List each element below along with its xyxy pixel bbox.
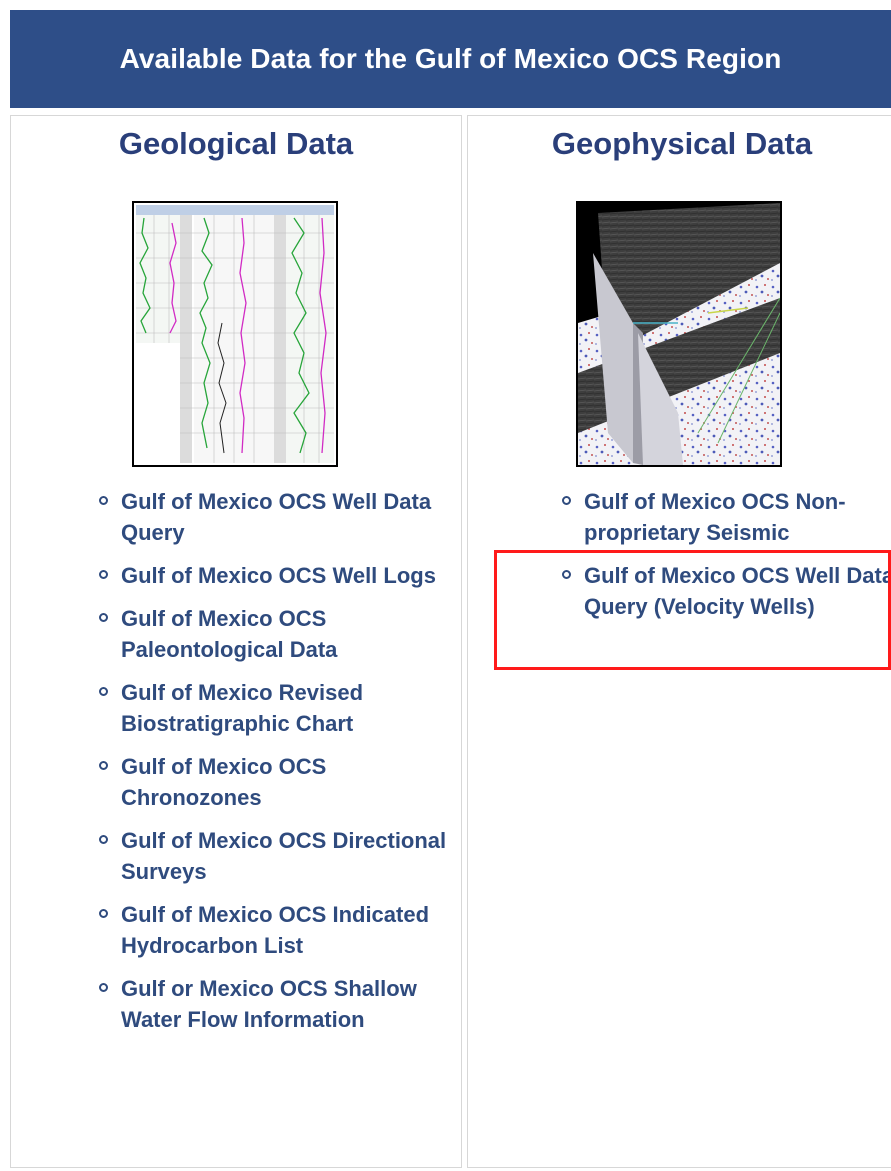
list-item: Gulf of Mexico OCS Chronozones [89, 751, 461, 813]
link-biostratigraphic-chart[interactable]: Gulf of Mexico Revised Biostratigraphic … [121, 680, 363, 736]
geological-data-title: Geological Data [118, 126, 354, 161]
geophysical-data-title: Geophysical Data [551, 126, 813, 161]
page-title: Available Data for the Gulf of Mexico OC… [119, 43, 782, 74]
geophysical-links-list: Gulf of Mexico OCS Non-proprietary Seism… [552, 486, 891, 634]
list-item: Gulf of Mexico OCS Well Data Query (Velo… [552, 560, 891, 622]
bullet-icon [562, 496, 571, 505]
link-well-data-query[interactable]: Gulf of Mexico OCS Well Data Query [121, 489, 431, 545]
seismic-thumbnail[interactable] [576, 201, 782, 467]
link-directional-surveys[interactable]: Gulf of Mexico OCS Directional Surveys [121, 828, 446, 884]
well-log-thumbnail[interactable] [132, 201, 338, 467]
list-item: Gulf of Mexico OCS Paleontological Data [89, 603, 461, 665]
list-item: Gulf of Mexico OCS Indicated Hydrocarbon… [89, 899, 461, 961]
link-non-proprietary-seismic[interactable]: Gulf of Mexico OCS Non-proprietary Seism… [584, 489, 846, 545]
geological-data-panel: Geological Data Gulf of Mexico OCS Well … [10, 115, 462, 1168]
bullet-icon [99, 570, 108, 579]
bullet-icon [99, 761, 108, 770]
list-item: Gulf of Mexico OCS Non-proprietary Seism… [552, 486, 891, 548]
bullet-icon [99, 983, 108, 992]
page: Available Data for the Gulf of Mexico OC… [0, 0, 891, 1171]
list-item: Gulf of Mexico OCS Well Logs [89, 560, 461, 591]
link-velocity-wells[interactable]: Gulf of Mexico OCS Well Data Query (Velo… [584, 563, 891, 619]
list-item: Gulf or Mexico OCS Shallow Water Flow In… [89, 973, 461, 1035]
link-well-logs[interactable]: Gulf of Mexico OCS Well Logs [121, 563, 436, 588]
link-indicated-hydrocarbon-list[interactable]: Gulf of Mexico OCS Indicated Hydrocarbon… [121, 902, 429, 958]
list-item: Gulf of Mexico Revised Biostratigraphic … [89, 677, 461, 739]
list-item: Gulf of Mexico OCS Well Data Query [89, 486, 461, 548]
bullet-icon [99, 687, 108, 696]
geological-links-list: Gulf of Mexico OCS Well Data Query Gulf … [89, 486, 461, 1047]
bullet-icon [99, 909, 108, 918]
bullet-icon [562, 570, 571, 579]
page-header: Available Data for the Gulf of Mexico OC… [10, 10, 891, 108]
list-item: Gulf of Mexico OCS Directional Surveys [89, 825, 461, 887]
bullet-icon [99, 835, 108, 844]
geophysical-data-panel: Geophysical Data Gulf of Mexico OCS Non-… [467, 115, 891, 1168]
link-shallow-water-flow[interactable]: Gulf or Mexico OCS Shallow Water Flow In… [121, 976, 417, 1032]
bullet-icon [99, 613, 108, 622]
link-paleontological-data[interactable]: Gulf of Mexico OCS Paleontological Data [121, 606, 337, 662]
bullet-icon [99, 496, 108, 505]
link-chronozones[interactable]: Gulf of Mexico OCS Chronozones [121, 754, 326, 810]
